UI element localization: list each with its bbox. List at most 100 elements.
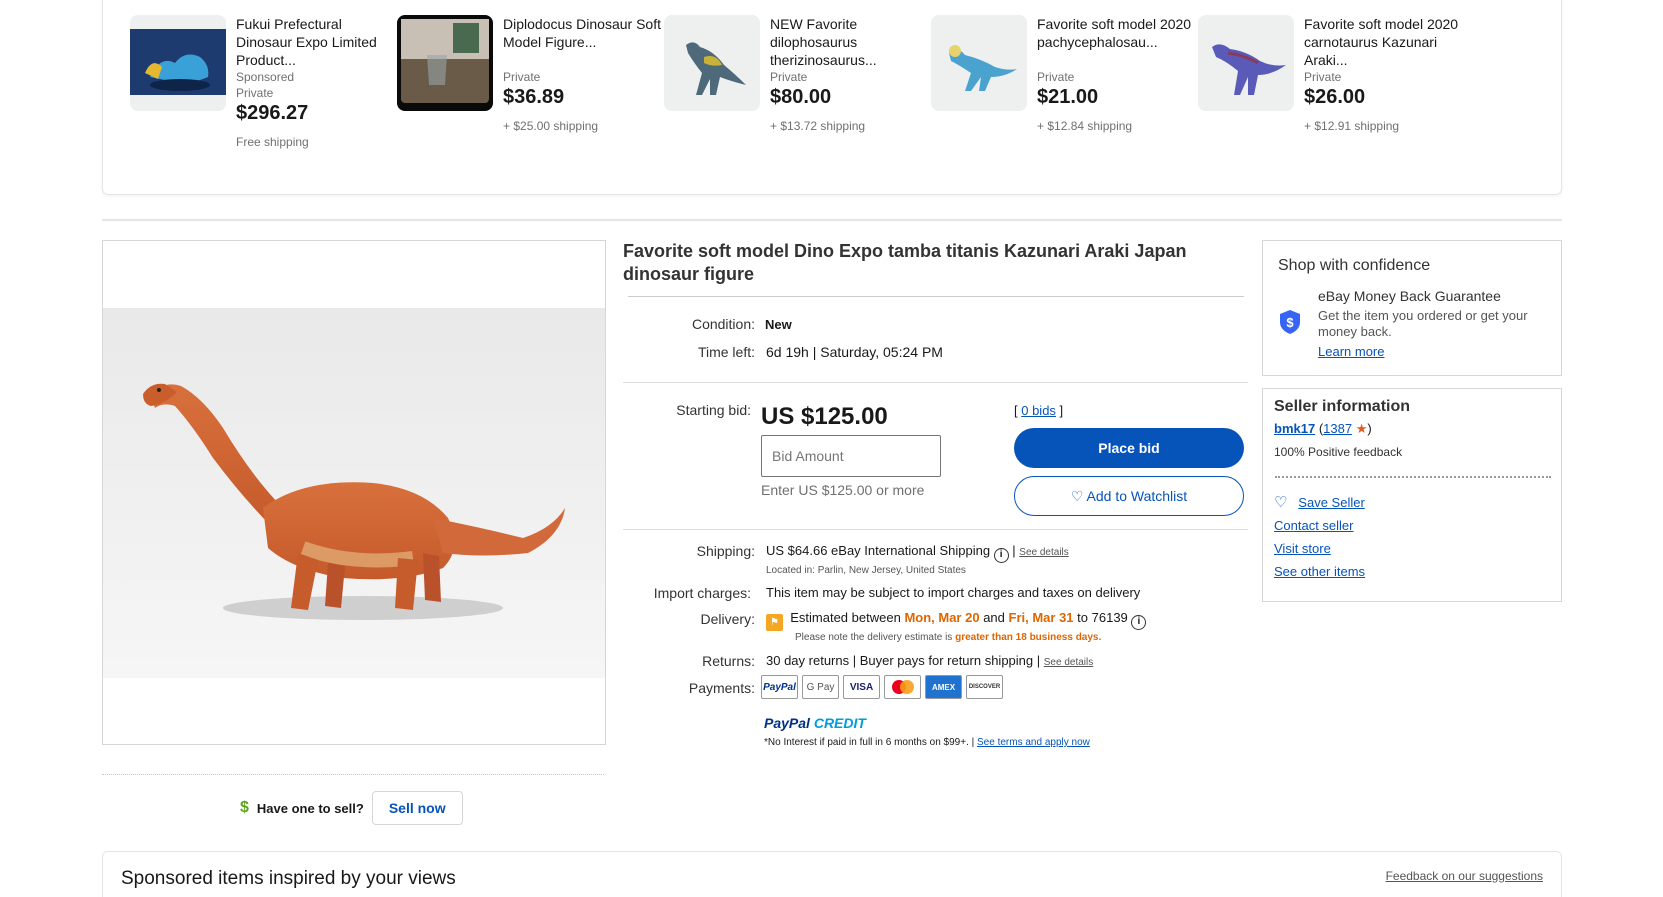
paypal-icon: PayPal — [761, 675, 798, 699]
credit-terms-link[interactable]: See terms and apply now — [977, 737, 1090, 748]
sponsored-heading: Sponsored items inspired by your views — [121, 868, 456, 889]
feedback-suggestions-link[interactable]: Feedback on our suggestions — [1386, 869, 1543, 883]
main-image-viewer[interactable] — [102, 240, 606, 745]
confidence-heading: Shop with confidence — [1278, 257, 1431, 274]
learn-more-link[interactable]: Learn more — [1318, 344, 1384, 359]
carnotaurus-figure-image[interactable] — [1198, 15, 1294, 111]
carousel-card[interactable]: Fukui Prefectural Dinosaur Expo Limited … — [130, 15, 400, 175]
card-shipping: + $25.00 shipping — [503, 119, 599, 133]
starting-bid-price: US $125.00 — [761, 403, 888, 430]
item-location: Located in: Parlin, New Jersey, United S… — [766, 565, 966, 576]
star-icon: ★ — [1355, 421, 1368, 436]
feedback-score-link[interactable]: 1387 — [1323, 421, 1352, 436]
info-icon[interactable]: i — [1131, 615, 1147, 630]
time-left-value: 6d 19h | Saturday, 05:24 PM — [766, 344, 943, 360]
title-divider — [628, 296, 1244, 297]
heart-icon[interactable]: ♡ — [1274, 494, 1287, 511]
sell-prompt: $ Have one to sell? Sell now — [240, 791, 463, 825]
shipping-see-details-link[interactable]: See details — [1019, 547, 1068, 558]
bids-count: [ 0 bids ] — [1014, 403, 1064, 418]
dotted-divider — [102, 774, 604, 775]
sponsored-label: Sponsored — [236, 70, 295, 84]
seller-type: Private — [236, 86, 274, 100]
place-bid-button[interactable]: Place bid — [1014, 428, 1244, 468]
discover-icon: DISCOVER — [966, 675, 1003, 699]
section-divider — [623, 529, 1248, 530]
shipping-label: Shipping: — [696, 543, 755, 559]
section-divider — [102, 219, 1562, 221]
heart-icon: ♡ — [1070, 487, 1084, 504]
bid-hint: Enter US $125.00 or more — [761, 482, 925, 498]
card-price: $26.00 — [1304, 86, 1366, 108]
blue-dinosaur-figure-image[interactable] — [130, 15, 226, 111]
sell-prompt-text: Have one to sell? — [256, 800, 364, 816]
shop-with-confidence-panel: Shop with confidence $ eBay Money Back G… — [1262, 240, 1562, 376]
card-shipping: + $13.72 shipping — [770, 119, 866, 133]
card-title[interactable]: Favorite soft model 2020 carnotaurus Kaz… — [1304, 15, 1464, 69]
paypal-credit-logo: PayPal CREDIT — [764, 715, 866, 731]
shipping-value: US $64.66 eBay International Shipping i … — [766, 543, 1069, 563]
diplodocus-figure-image[interactable] — [397, 15, 493, 111]
svg-text:$: $ — [1286, 315, 1294, 330]
delivery-start: Mon, Mar 20 — [904, 610, 980, 625]
listing-details: Favorite soft model Dino Expo tamba tita… — [623, 240, 1248, 748]
flag-icon: ⚑ — [766, 614, 783, 631]
add-to-watchlist-button[interactable]: ♡ Add to Watchlist — [1014, 476, 1244, 516]
dollar-icon: $ — [240, 799, 249, 816]
seller-username-row: bmk17 (1387 ★) — [1274, 421, 1372, 436]
payment-methods: PayPal G Pay VISA AMEX DISCOVER — [761, 675, 1003, 699]
delivery-note-prefix: Please note the delivery estimate is — [795, 632, 953, 643]
card-title[interactable]: NEW Favorite dilophosaurus therizinosaur… — [770, 15, 930, 69]
carousel-card[interactable]: Favorite soft model 2020 carnotaurus Kaz… — [1198, 15, 1468, 175]
bids-link[interactable]: 0 bids — [1021, 403, 1056, 418]
card-price: $21.00 — [1037, 86, 1099, 108]
condition-value: New — [765, 317, 792, 332]
seller-username-link[interactable]: bmk17 — [1274, 421, 1315, 436]
returns-value: 30 day returns | Buyer pays for return s… — [766, 653, 1093, 668]
card-shipping: + $12.91 shipping — [1304, 119, 1400, 133]
delivery-label: Delivery: — [700, 611, 755, 627]
save-seller-row[interactable]: ♡ Save Seller — [1274, 493, 1365, 511]
contact-seller-link[interactable]: Contact seller — [1274, 518, 1353, 533]
delivery-value: ⚑ Estimated between Mon, Mar 20 and Fri,… — [766, 610, 1147, 631]
card-price: $36.89 — [503, 86, 565, 108]
starting-bid-label: Starting bid: — [676, 402, 751, 418]
returns-see-details-link[interactable]: See details — [1044, 657, 1093, 668]
carousel-card[interactable]: Favorite soft model 2020 pachycephalosau… — [931, 15, 1201, 175]
delivery-end: Fri, Mar 31 — [1008, 610, 1074, 625]
info-icon[interactable]: i — [993, 548, 1009, 563]
visit-store-link[interactable]: Visit store — [1274, 541, 1331, 556]
amex-icon: AMEX — [925, 675, 962, 699]
payments-label: Payments: — [688, 680, 755, 696]
tamba-titanis-figure-image[interactable] — [103, 308, 605, 678]
see-other-items-link[interactable]: See other items — [1274, 564, 1365, 579]
time-left: 6d 19h — [766, 344, 809, 360]
visa-icon: VISA — [843, 675, 880, 699]
card-title[interactable]: Favorite soft model 2020 pachycephalosau… — [1037, 15, 1197, 69]
credit-note-text: *No Interest if paid in full in 6 months… — [764, 737, 975, 748]
money-back-guarantee-title: eBay Money Back Guarantee — [1318, 288, 1501, 304]
shield-icon: $ — [1279, 309, 1301, 335]
card-price: $80.00 — [770, 86, 832, 108]
seller-type: Private — [770, 70, 808, 84]
delivery-note: Please note the delivery estimate is gre… — [795, 632, 1101, 643]
mastercard-icon — [884, 675, 921, 699]
card-title[interactable]: Fukui Prefectural Dinosaur Expo Limited … — [236, 15, 396, 69]
pachycephalosaurus-figure-image[interactable] — [931, 15, 1027, 111]
delivery-note-bold: greater than 18 business days. — [955, 632, 1102, 643]
carousel-card[interactable]: NEW Favorite dilophosaurus therizinosaur… — [664, 15, 934, 175]
seller-type: Private — [1304, 70, 1342, 84]
carousel-card[interactable]: Diplodocus Dinosaur Soft Model Figure...… — [397, 15, 667, 175]
sponsored-items-section: Sponsored items inspired by your views F… — [102, 851, 1562, 897]
therizinosaurus-figure-image[interactable] — [664, 15, 760, 111]
seller-type: Private — [1037, 70, 1075, 84]
bid-amount-input[interactable] — [761, 435, 941, 477]
watchlist-label: Add to Watchlist — [1086, 487, 1188, 504]
sell-now-button[interactable]: Sell now — [371, 791, 463, 825]
card-title[interactable]: Diplodocus Dinosaur Soft Model Figure... — [503, 15, 663, 69]
dotted-divider — [1275, 476, 1551, 478]
shipping-cost: US $64.66 eBay International Shipping — [766, 543, 991, 558]
save-seller-link[interactable]: Save Seller — [1298, 495, 1364, 510]
delivery-zip: to 76139 — [1077, 610, 1128, 625]
delivery-and: and — [983, 610, 1005, 625]
